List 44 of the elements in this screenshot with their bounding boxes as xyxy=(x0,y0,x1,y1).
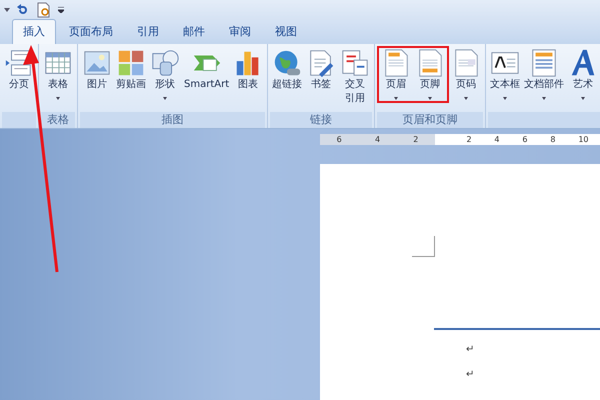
group-label xyxy=(2,112,36,128)
ruler-number: 2 xyxy=(466,134,472,145)
ruler-number: 2 xyxy=(413,134,418,145)
ribbon-tab[interactable]: 插入 xyxy=(12,19,56,44)
ruler-number: 4 xyxy=(374,134,380,145)
ribbon-tab[interactable]: 引用 xyxy=(126,19,170,44)
ribbon-button[interactable]: 艺术 xyxy=(566,48,600,100)
ribbon-button[interactable]: 图片 xyxy=(80,48,114,92)
ruler-number: 6 xyxy=(522,134,528,145)
group-label: 页眉和页脚 xyxy=(377,112,484,128)
ribbon-tab[interactable]: 邮件 xyxy=(172,19,216,44)
ruler-number: 8 xyxy=(550,134,556,145)
paragraph-mark: ↵ xyxy=(466,344,474,355)
ribbon-button[interactable]: 页脚 xyxy=(413,48,448,100)
ribbon-tab[interactable]: 视图 xyxy=(264,19,308,44)
shapes-icon xyxy=(150,48,180,78)
ruler-number: 6 xyxy=(336,134,342,145)
ribbon-button[interactable]: SmartArt xyxy=(182,48,232,92)
group-label: 表格 xyxy=(41,112,75,128)
paragraph-mark: ↵ xyxy=(466,369,474,380)
ruler-number: 4 xyxy=(494,134,500,145)
undo-icon[interactable] xyxy=(16,3,30,17)
document-page[interactable]: ↵ ↵ xyxy=(320,164,600,400)
customize-menu-icon[interactable] xyxy=(58,7,64,13)
ribbon-button[interactable]: 书签 xyxy=(304,48,338,92)
ribbon-button[interactable]: 表格 xyxy=(41,48,75,100)
margin-corner-mark xyxy=(412,236,435,257)
group-label: 插图 xyxy=(80,112,266,128)
globe-icon xyxy=(272,48,302,78)
ribbon-button[interactable]: 形状 xyxy=(148,48,182,100)
ribbon-button[interactable]: 交叉 引用 xyxy=(338,48,372,106)
print-preview-icon[interactable] xyxy=(36,2,52,18)
ruler-number: 10 xyxy=(578,134,588,145)
ribbon-button[interactable]: 超链接 xyxy=(270,48,304,92)
group-label: 链接 xyxy=(270,112,372,128)
ribbon-button[interactable]: 文档部件 xyxy=(522,48,566,100)
ribbon-button[interactable]: 页眉 xyxy=(379,48,414,100)
ribbon-tab[interactable]: 页面布局 xyxy=(58,19,124,44)
ribbon-button[interactable]: 图表 xyxy=(231,48,266,92)
ribbon-tab[interactable]: 审阅 xyxy=(218,19,262,44)
ribbon-button[interactable]: 剪贴画 xyxy=(114,48,148,92)
ribbon-button[interactable]: 文本框 xyxy=(488,48,522,100)
ribbon-button[interactable]: 页码 xyxy=(449,48,484,100)
dropdown-arrow-icon[interactable] xyxy=(4,8,10,12)
